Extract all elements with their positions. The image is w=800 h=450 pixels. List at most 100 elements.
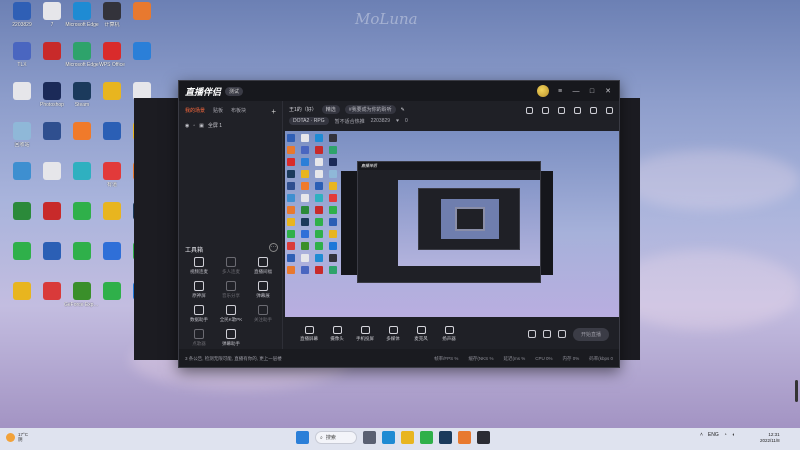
toolbox-item[interactable]: 数据助手 [183, 305, 215, 323]
app-icon [103, 242, 121, 260]
room-title[interactable]: 王1的（好） [289, 106, 317, 113]
toolbox-item[interactable]: 多人连麦 [215, 257, 247, 275]
toolbox-item[interactable]: 音乐分享 [215, 281, 247, 299]
mini-desktop-icon [287, 182, 295, 190]
start-icon[interactable] [296, 431, 309, 444]
mini-desktop-icon [315, 266, 323, 274]
control-label: 扬声器 [442, 336, 456, 341]
start-stream-button[interactable]: 开始直播 [572, 327, 609, 341]
toolbox-item[interactable]: 关注助手 [247, 305, 279, 323]
mini-desktop-icon [301, 254, 309, 262]
tab-board[interactable]: 贴板 [213, 107, 223, 116]
bell-icon[interactable] [590, 107, 597, 114]
taskbar-clock[interactable]: 12:31 2022/11/8 [760, 432, 780, 444]
close-icon[interactable]: ✕ [603, 87, 613, 95]
steam-icon[interactable] [439, 431, 452, 444]
shop-icon[interactable] [574, 107, 581, 114]
record-icon[interactable] [527, 330, 536, 338]
app-icon [73, 162, 91, 180]
app-icon [13, 202, 31, 220]
network-icon[interactable]: ◔ [724, 432, 727, 438]
phone-cast-button[interactable]: 手机投屏 [351, 326, 379, 342]
lock-room-icon[interactable] [542, 107, 549, 114]
app-icon[interactable] [458, 431, 471, 444]
gift-icon[interactable] [526, 107, 533, 114]
nested-window-level2 [418, 188, 520, 250]
room-badge[interactable]: 精选 [321, 105, 340, 114]
stream-preview[interactable]: 直播伴侣 [285, 131, 619, 317]
tray-chevron-icon[interactable]: ˄ [700, 432, 703, 438]
scroll-indicator[interactable] [795, 380, 798, 402]
toolbox-item[interactable]: 直播间福 [247, 257, 279, 275]
desktop-icon[interactable] [124, 2, 160, 42]
mini-desktop-icon [315, 146, 323, 154]
tab-layout[interactable]: 布板块 [231, 107, 246, 116]
app-icon [73, 282, 91, 300]
camera-button[interactable]: 摄像头 [323, 326, 351, 342]
wallpaper-watermark: MoLuna [355, 10, 418, 28]
mini-desktop-icon [315, 158, 323, 166]
desktop-icon[interactable] [124, 42, 160, 82]
calendar-icon[interactable] [558, 107, 565, 114]
tab-my-scenes[interactable]: 我的场景 [185, 107, 205, 116]
settings-icon[interactable] [557, 330, 566, 338]
stream-companion-window: 直播伴侣 测试 ≡ — □ ✕ 我的场景 贴板 布板块 + ◉ ▫ ▣ 全屏 1… [178, 80, 620, 368]
room-category[interactable]: DOTA2 · RPG [289, 117, 329, 125]
app-icon [43, 242, 61, 260]
task-view-icon[interactable] [363, 431, 376, 444]
preview-eye-icon[interactable] [542, 330, 551, 338]
app-icon [13, 42, 31, 60]
lock-icon[interactable]: ▫ [193, 123, 195, 129]
mini-desktop-icon [301, 134, 309, 142]
camera-icon [332, 326, 342, 334]
version-badge[interactable]: 测试 [225, 86, 244, 96]
share-icon[interactable] [606, 107, 613, 114]
toolbox-item[interactable]: 原神屏 [183, 281, 215, 299]
search-label: 搜索 [325, 435, 336, 441]
phone-cast-icon [360, 326, 370, 334]
scene-item[interactable]: ◉ ▫ ▣ 全屏 1 [179, 120, 282, 131]
file-explorer-icon[interactable] [401, 431, 414, 444]
tray-lang[interactable]: ENG [708, 432, 719, 438]
app-icon [73, 42, 91, 60]
microphone-button[interactable]: 麦克风 [407, 326, 435, 342]
speaker-button[interactable]: 扬声器 [435, 326, 463, 342]
stat-item: 帧率/FPS % [434, 356, 459, 361]
taskbar-search[interactable]: ⌕ 搜索 [315, 431, 357, 444]
stat-item: 延迟(ms % [503, 356, 526, 361]
stream-app-icon[interactable] [477, 431, 490, 444]
toolbox-more-button[interactable]: ··· [269, 243, 278, 252]
toolbox-item[interactable]: 视频连麦 [183, 257, 215, 275]
add-scene-icon[interactable]: + [271, 107, 276, 116]
edge-icon[interactable] [382, 431, 395, 444]
toolbox-item[interactable]: 点歌器 [183, 329, 215, 347]
volume-icon[interactable]: ◖ [732, 432, 735, 438]
visibility-icon[interactable]: ◉ [185, 123, 189, 129]
mini-desktop-icon [301, 146, 309, 154]
media-button[interactable]: 多媒体 [379, 326, 407, 342]
mini-desktop-icon [329, 170, 337, 178]
screen-capture-button[interactable]: 直播屏幕 [295, 326, 323, 342]
tool-icon [226, 281, 236, 291]
edit-icon[interactable]: ✎ [401, 107, 405, 113]
room-tag[interactable]: #我要成为你的聆听 [344, 105, 396, 114]
menu-icon[interactable]: ≡ [555, 88, 565, 95]
scene-label: 全屏 1 [207, 123, 223, 129]
toolbox-item[interactable]: 弹幕展 [247, 281, 279, 299]
wechat-icon[interactable] [420, 431, 433, 444]
app-icon [103, 202, 121, 220]
control-label: 麦克风 [414, 336, 428, 341]
app-icon [73, 82, 91, 100]
tool-label: 弹幕助手 [222, 341, 240, 346]
toolbox-item[interactable]: 全民K歌PK [215, 305, 247, 323]
status-notice[interactable]: 3 条公告, 检测无限可能, 直播有你的, 更上一层楼 [185, 356, 282, 362]
app-icon [13, 162, 31, 180]
maximize-icon[interactable]: □ [587, 88, 597, 95]
toolbox-item[interactable]: 弹幕助手 [215, 329, 247, 347]
tool-icon [226, 305, 236, 315]
tool-label: 多人连麦 [222, 269, 240, 274]
weather-widget[interactable]: 17°C 阴 [6, 432, 28, 442]
minimize-icon[interactable]: — [571, 88, 581, 95]
app-icon [103, 42, 121, 60]
user-avatar[interactable] [537, 85, 549, 97]
